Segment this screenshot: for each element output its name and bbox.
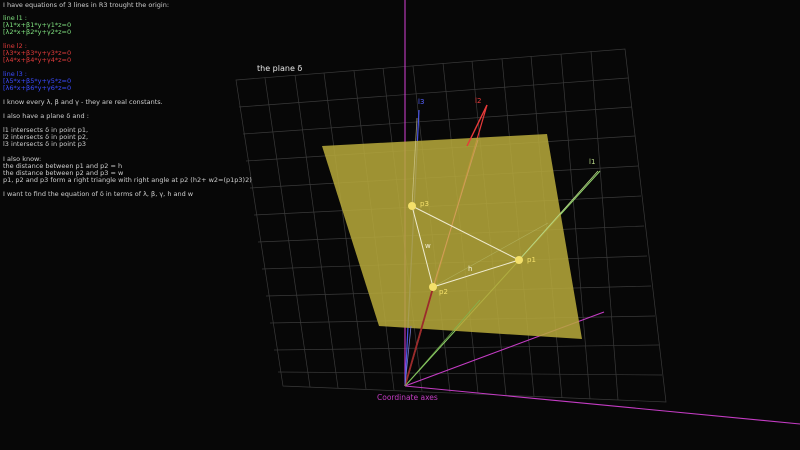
line2-equation-2: [λ4*x+β4*y+γ4*z=0 — [3, 56, 72, 64]
line3-equation-2: [λ6*x+β6*y+γ6*z=0 — [3, 84, 72, 92]
label-p1: p1 — [527, 256, 536, 264]
line1-equation-2: [λ2*x+β2*y+γ2*z=0 — [3, 28, 72, 36]
plane-label: the plane δ — [257, 64, 303, 73]
intersect-l3-text: l3 intersects δ in point p3 — [3, 140, 87, 148]
label-l3: l3 — [418, 98, 425, 106]
label-p3: p3 — [420, 200, 429, 208]
axes-label: Coordinate axes — [377, 393, 438, 402]
point-p2 — [429, 283, 437, 291]
label-h: h — [468, 265, 473, 273]
label-l2: l2 — [475, 97, 482, 105]
diagram-canvas — [235, 0, 800, 425]
intro-text: I have equations of 3 lines in R3 trough… — [3, 1, 170, 9]
point-p1 — [515, 256, 523, 264]
x-axis — [404, 385, 800, 425]
plane-intro-text: I also have a plane δ and : — [3, 112, 89, 120]
constants-text: I know every λ, β and γ - they are real … — [3, 98, 163, 106]
goal-text: I want to find the equation of δ in term… — [3, 190, 194, 198]
label-p2: p2 — [439, 288, 448, 296]
plane-delta — [322, 134, 582, 339]
point-p3 — [408, 202, 416, 210]
label-w: w — [425, 242, 431, 250]
right-triangle-text: p1, p2 and p3 form a right triangle with… — [3, 176, 252, 184]
label-l1: l1 — [589, 158, 596, 166]
